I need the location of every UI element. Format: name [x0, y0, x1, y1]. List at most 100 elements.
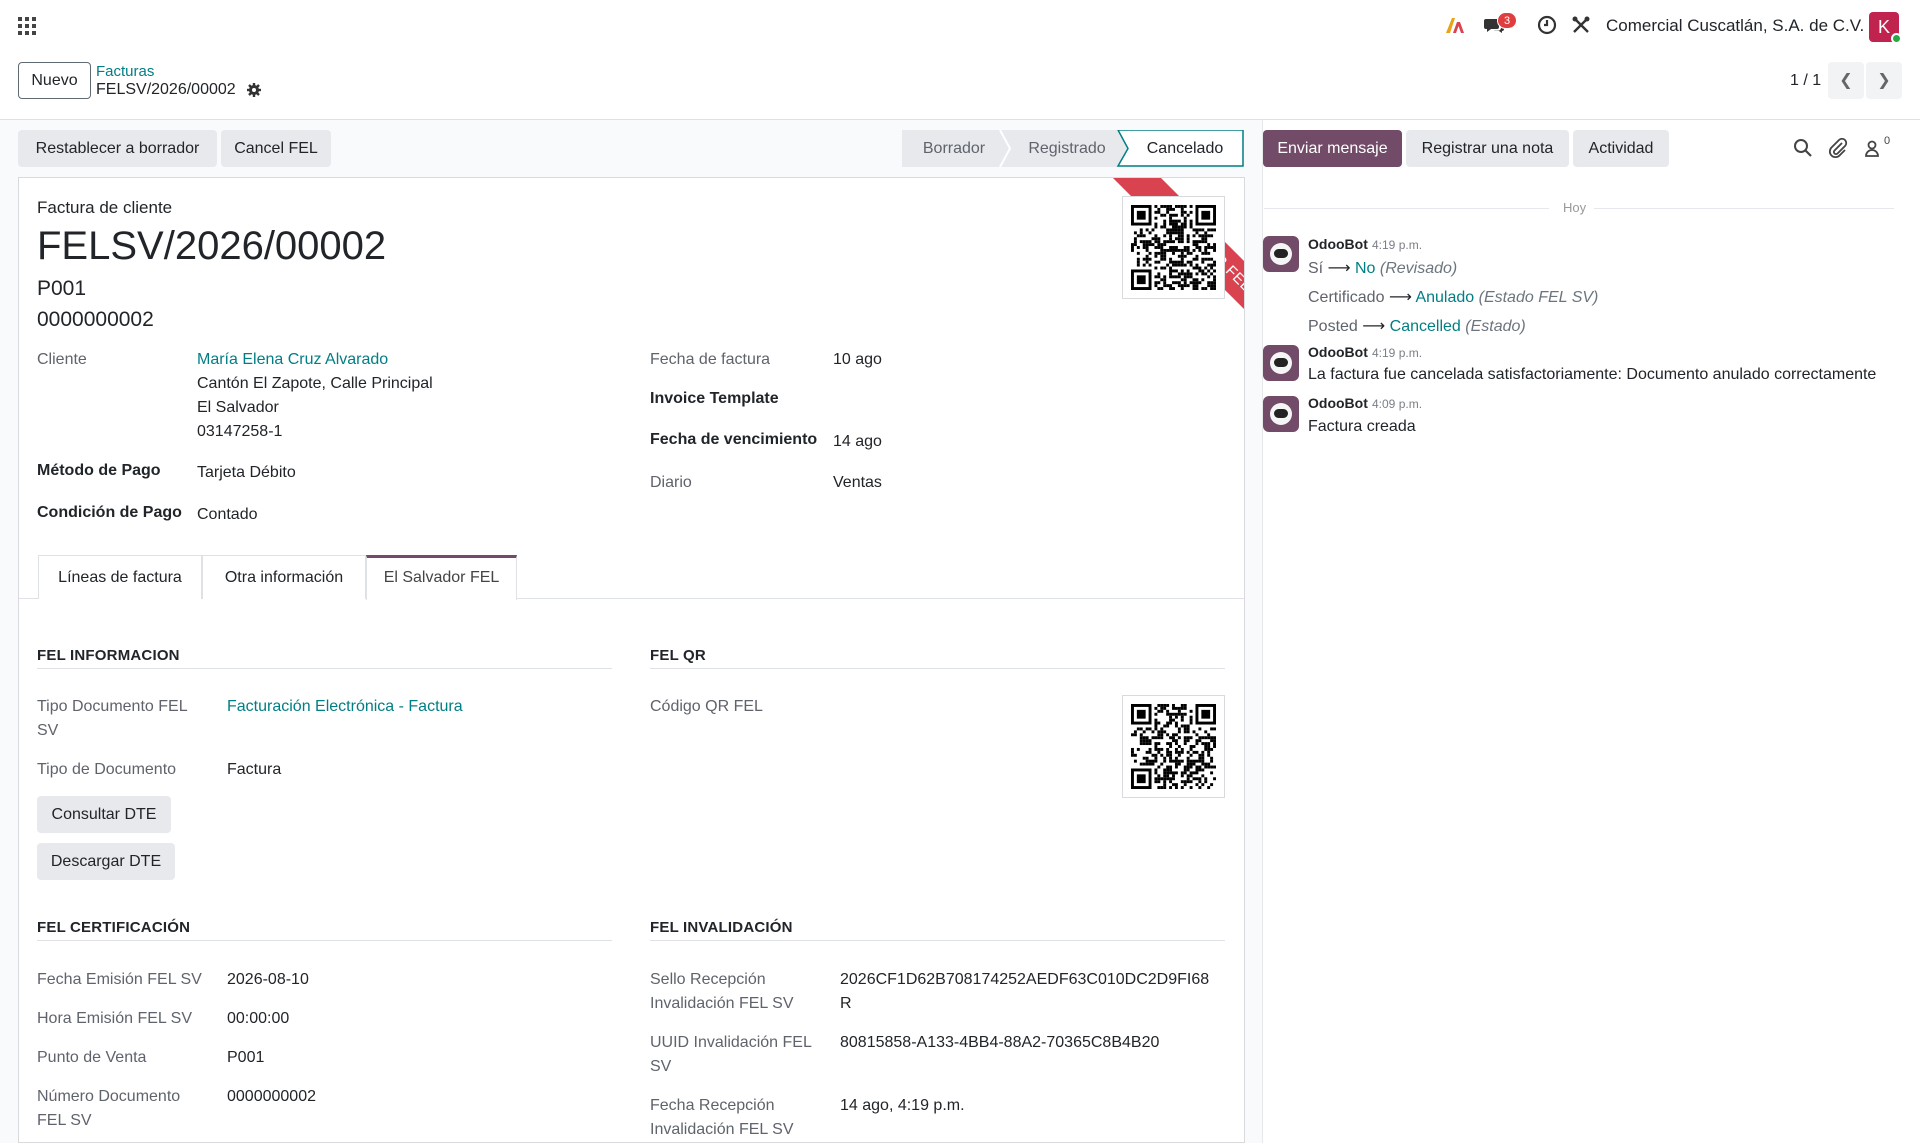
stage-cancelled[interactable]: Cancelado	[1130, 130, 1240, 167]
emission-time-field[interactable]: 00:00:00	[227, 1010, 289, 1028]
fel-qr-divider	[650, 668, 1225, 669]
send-message-button[interactable]: Enviar mensaje	[1263, 130, 1402, 167]
seal-label-2: Invalidación FEL SV	[650, 995, 794, 1012]
tracking-old-value: Sí	[1308, 260, 1324, 277]
customer-label: Cliente	[37, 351, 87, 368]
tracking-new-value: Cancelled	[1389, 318, 1461, 335]
payment-method-label: Método de Pago	[37, 462, 161, 479]
cancel-fel-button[interactable]: Cancel FEL	[221, 130, 331, 167]
emission-time-label: Hora Emisión FEL SV	[37, 1010, 193, 1027]
company-switcher[interactable]: Comercial Cuscatlán, S.A. de C.V.	[1606, 16, 1864, 36]
due-date-field[interactable]: 14 ago	[833, 433, 882, 451]
fel-inval-title: FEL INVALIDACIÓN	[650, 919, 793, 936]
tab-el-salvador-fel[interactable]: El Salvador FEL	[366, 555, 517, 600]
payment-condition-field[interactable]: Contado	[197, 506, 258, 524]
doc-type-field[interactable]: Factura	[227, 761, 281, 779]
doc-number-field[interactable]: 0000000002	[227, 1088, 316, 1106]
tracking-line: Posted ⟶ Cancelled (Estado)	[1308, 316, 1526, 336]
avatar[interactable]	[1263, 396, 1299, 432]
arrow-right-icon: ⟶	[1362, 318, 1386, 335]
day-divider-right	[1594, 208, 1894, 209]
grid-icon[interactable]	[18, 17, 36, 35]
tracking-field: (Estado FEL SV)	[1478, 289, 1599, 306]
fel-cert-divider	[37, 940, 612, 941]
fel-info-divider	[37, 668, 612, 669]
day-divider-left	[1264, 208, 1549, 209]
search-icon[interactable]	[1792, 137, 1814, 159]
tab-other-info[interactable]: Otra información	[202, 555, 366, 599]
ai-icon[interactable]	[1444, 14, 1468, 38]
seal-value-line-1[interactable]: 2026CF1D62B708174252AEDF63C010DC2D9FI68	[840, 971, 1209, 989]
seal-value-line-2: R	[840, 995, 852, 1012]
tools-icon[interactable]	[1570, 14, 1594, 38]
qr-icon	[1131, 704, 1216, 789]
payment-method-field[interactable]: Tarjeta Débito	[197, 464, 296, 482]
stage-posted[interactable]: Registrado	[1008, 130, 1126, 167]
log-note-button[interactable]: Registrar una nota	[1406, 130, 1569, 167]
payment-condition-label: Condición de Pago	[37, 504, 182, 521]
tab-invoice-lines[interactable]: Líneas de factura	[38, 555, 202, 599]
tracking-field: (Revisado)	[1379, 260, 1458, 277]
breadcrumb-parent[interactable]: Facturas	[96, 63, 154, 80]
recv-date-field[interactable]: 14 ago, 4:19 p.m.	[840, 1097, 965, 1115]
uuid-label-2: SV	[650, 1058, 672, 1075]
journal-field[interactable]: Ventas	[833, 474, 882, 492]
message-time: 4:19 p.m.	[1372, 346, 1423, 360]
top-navbar: 3 Comercial Cuscatlán, S.A. de C.V. K	[0, 0, 1920, 52]
fel-doc-type-link[interactable]: Facturación Electrónica - Factura	[227, 698, 463, 716]
doc-type-label: Tipo de Documento	[37, 761, 177, 778]
fel-inval-divider	[650, 940, 1225, 941]
tracking-old-value: Certificado	[1308, 289, 1385, 306]
stage-draft[interactable]: Borrador	[902, 130, 1006, 167]
chatter-divider	[1262, 120, 1263, 1143]
form-sheet: CANCELAR FEL Factura de cliente FELSV/20…	[18, 177, 1245, 1143]
breadcrumb-current: FELSV/2026/00002	[96, 81, 236, 98]
invoice-date-label: Fecha de factura	[650, 351, 771, 368]
online-status-icon	[1891, 33, 1902, 44]
arrow-right-icon: ⟶	[1388, 289, 1412, 306]
point-of-sale-field[interactable]: P001	[227, 1049, 264, 1067]
activity-button[interactable]: Actividad	[1573, 130, 1669, 167]
chevron-left-icon[interactable]: ❮	[1828, 62, 1864, 99]
message-author[interactable]: OdooBot	[1308, 236, 1368, 252]
messages-badge: 3	[1497, 12, 1517, 29]
invoice-number: 0000000002	[37, 308, 154, 331]
consult-dte-button[interactable]: Consultar DTE	[37, 796, 171, 833]
avatar[interactable]	[1263, 345, 1299, 381]
message-time: 4:09 p.m.	[1372, 397, 1423, 411]
chevron-right-icon[interactable]: ❯	[1866, 62, 1902, 99]
message-body: Factura creada	[1308, 418, 1416, 435]
invoice-name: FELSV/2026/00002	[37, 224, 387, 268]
emission-date-field[interactable]: 2026-08-10	[227, 971, 309, 989]
message-body: La factura fue cancelada satisfactoriame…	[1308, 366, 1877, 383]
tracking-old-value: Posted	[1308, 318, 1358, 335]
invoice-date-field[interactable]: 10 ago	[833, 351, 882, 369]
download-dte-button[interactable]: Descargar DTE	[37, 843, 175, 880]
recv-date-label-2: Invalidación FEL SV	[650, 1121, 794, 1138]
due-date-label: Fecha de vencimiento	[650, 431, 818, 448]
fel-qr-title: FEL QR	[650, 647, 706, 664]
qr-icon	[1131, 205, 1216, 290]
invoice-type: Factura de cliente	[37, 198, 173, 217]
fel-doc-type-label-1: Tipo Documento FEL	[37, 698, 188, 715]
customer-address-line-1: Cantón El Zapote, Calle Principal	[197, 375, 433, 392]
clock-icon[interactable]	[1536, 14, 1560, 38]
tracking-new-value: Anulado	[1415, 289, 1475, 306]
message-author[interactable]: OdooBot	[1308, 344, 1368, 360]
uuid-field[interactable]: 80815858-A133-4BB4-88A2-70365C8B4B20	[840, 1034, 1159, 1052]
customer-address-line-3: 03147258-1	[197, 423, 283, 440]
pager-value[interactable]: 1 / 1	[1790, 72, 1821, 90]
invoice-template-label: Invoice Template	[650, 390, 779, 407]
fel-qr-label: Código QR FEL	[650, 698, 763, 715]
customer-link[interactable]: María Elena Cruz Alvarado	[197, 351, 388, 369]
followers-icon[interactable]	[1863, 137, 1885, 159]
message-author[interactable]: OdooBot	[1308, 395, 1368, 411]
avatar[interactable]	[1263, 236, 1299, 272]
paperclip-icon[interactable]	[1827, 137, 1849, 159]
fel-doc-type-label-2: SV	[37, 722, 59, 739]
new-button[interactable]: Nuevo	[18, 62, 91, 99]
gear-icon[interactable]	[246, 82, 262, 98]
reset-draft-button[interactable]: Restablecer a borrador	[18, 130, 217, 167]
point-of-sale-label: Punto de Venta	[37, 1049, 147, 1066]
fel-cert-title: FEL CERTIFICACIÓN	[37, 919, 191, 936]
